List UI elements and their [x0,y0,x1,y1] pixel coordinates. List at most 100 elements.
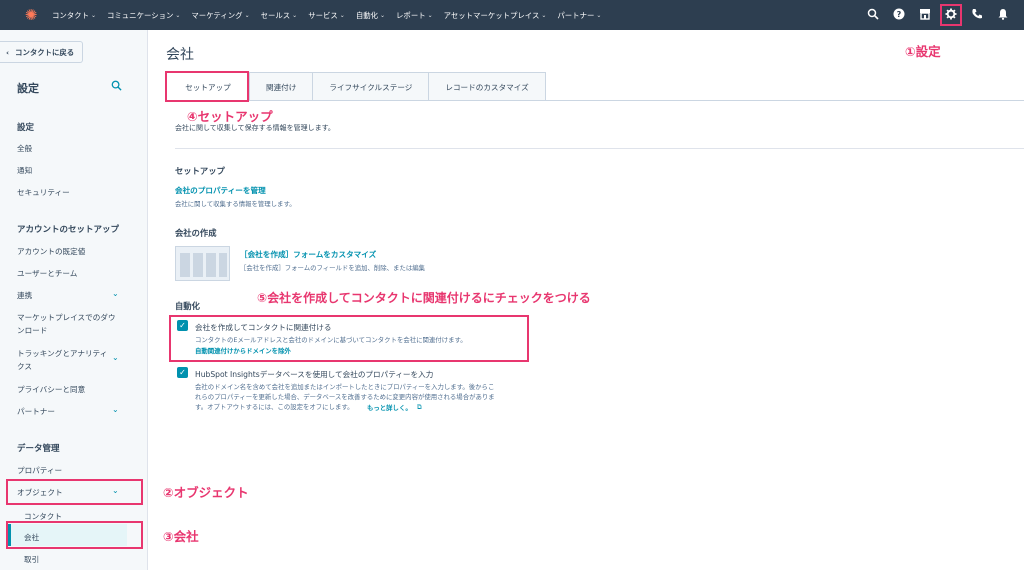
auto-associate-checkbox[interactable]: ✓ [177,320,188,331]
nav-item-contacts[interactable]: コンタクト ⌄ [52,10,96,21]
annotation-companies: ③会社 [163,529,199,544]
sidebar-subitem-deals[interactable]: 取引 [24,554,39,565]
exclude-domains-link[interactable]: 自動関連付けからドメインを除外 [195,346,291,355]
sidebar-item-tracking-analytics[interactable]: トラッキングとアナリティクス [17,347,112,373]
nav-item-conversations[interactable]: コミュニケーション ⌄ [107,10,180,21]
chevron-down-icon[interactable]: ⌄ [112,405,119,414]
chevron-down-icon: ⌄ [380,11,386,19]
insights-label: HubSpot Insightsデータベースを使用して会社のプロパティーを入力 [195,370,434,379]
sidebar-item-general[interactable]: 全般 [17,142,127,155]
nav-item-service[interactable]: サービス ⌄ [308,10,345,21]
chevron-down-icon: ⌄ [541,11,547,19]
sidebar-item-properties[interactable]: プロパティー [17,464,127,477]
top-nav-menu: コンタクト ⌄ コミュニケーション ⌄ マーケティング ⌄ セールス ⌄ サービス ⌄ 自… [52,10,612,21]
nav-item-automation[interactable]: 自動化 ⌄ [356,10,385,21]
thumb-column [206,253,216,277]
chevron-down-icon: ⌄ [292,11,298,19]
sidebar-section-data-management: データ管理 [17,444,60,454]
nav-item-reports[interactable]: レポート ⌄ [396,10,433,21]
chevron-down-icon: ⌄ [244,11,250,19]
auto-associate-description: コンタクトのEメールアドレスと会社のドメインに基づいてコンタクトを会社に関連付け… [195,336,467,344]
nav-item-marketing[interactable]: マーケティング ⌄ [191,10,249,21]
companies-highlight-box [6,521,143,549]
annotation-setup: ④セットアップ [187,109,273,124]
sidebar-item-integrations[interactable]: 連携 [17,289,127,302]
chevron-left-icon: ‹ [6,47,10,57]
insights-description-line3: す。オプトアウトするには、この設定をオフにします。 [195,403,354,411]
thumb-column [219,253,227,277]
sidebar-item-users-teams[interactable]: ユーザーとチーム [17,267,127,280]
hubspot-logo-icon[interactable]: ✺ [22,6,40,24]
help-icon[interactable]: ? [892,8,906,22]
nav-label: コミュニケーション [107,10,174,20]
sidebar-title: 設定 [17,82,39,95]
form-preview-thumbnail [175,246,230,281]
annotation-auto-associate: ⑤会社を作成してコンタクトに関連付けるにチェックをつける [257,291,591,305]
sidebar-item-notifications[interactable]: 通知 [17,164,127,177]
section-divider [175,148,1024,149]
insights-checkbox[interactable]: ✓ [177,367,188,378]
nav-item-asset-marketplace[interactable]: アセットマーケットプレイス ⌄ [444,10,547,21]
create-description: ［会社を作成］フォームのフィールドを追加、削除、または編集 [240,264,426,272]
setup-heading: セットアップ [175,166,225,176]
nav-label: コンタクト [52,10,89,20]
nav-label: セールス [260,10,291,20]
calling-icon[interactable] [970,8,984,22]
sidebar-item-partner[interactable]: パートナー [17,405,127,418]
chevron-down-icon: ⌄ [596,11,602,19]
learn-more-link[interactable]: もっと詳しく。 [367,403,412,412]
nav-label: サービス [308,10,338,20]
settings-gear-icon[interactable] [944,8,958,22]
sidebar-section-settings: 設定 [17,123,35,133]
sidebar-search-icon[interactable] [111,80,122,94]
nav-label: マーケティング [191,10,243,20]
nav-item-partner[interactable]: パートナー ⌄ [557,10,601,21]
tabs-divider [166,100,1024,101]
nav-label: レポート [396,10,426,20]
thumb-column [193,253,203,277]
nav-label: 自動化 [355,10,378,20]
chevron-down-icon: ⌄ [427,11,433,19]
screen: ✺ コンタクト ⌄ コミュニケーション ⌄ マーケティング ⌄ セールス ⌄ サービス ⌄… [0,0,1024,570]
nav-label: パートナー [557,10,595,20]
manage-company-properties-link[interactable]: 会社のプロパティーを管理 [175,185,266,196]
sidebar-item-security[interactable]: セキュリティー [17,186,127,199]
top-navigation-bar: ✺ コンタクト ⌄ コミュニケーション ⌄ マーケティング ⌄ セールス ⌄ サービス ⌄… [0,0,1024,30]
chevron-down-icon[interactable]: ⌄ [112,289,119,298]
auto-associate-label: 会社を作成してコンタクトに関連付ける [195,323,332,332]
back-to-contacts-button[interactable]: ‹ コンタクトに戻る [0,41,84,63]
automation-heading: 自動化 [175,301,200,311]
setup-description: 会社に関して収集する情報を管理します。 [175,200,296,208]
insights-description-line2: れらのプロパティーを更新した場合、データベースを改善するために変更内容が使用され… [195,393,495,401]
tab-associations[interactable]: 関連付け [250,73,314,101]
sidebar-section-account-setup: アカウントのセットアップ [17,225,120,235]
sidebar-item-privacy-consent[interactable]: プライバシーと同意 [17,383,127,396]
chevron-down-icon[interactable]: ⌄ [112,353,119,362]
top-nav-icons: ? [866,0,1010,30]
annotation-objects: ②オブジェクト [163,485,249,500]
customize-create-form-link[interactable]: ［会社を作成］フォームをカスタマイズ [240,249,376,260]
svg-text:?: ? [897,10,902,19]
back-button-label: コンタクトに戻る [15,47,75,57]
objects-highlight-box [6,479,143,505]
sidebar-item-account-defaults[interactable]: アカウントの既定値 [17,245,127,258]
external-link-icon[interactable]: ⧉ [417,403,422,412]
annotation-settings: ①設定 [905,44,941,59]
setup-tab-highlight-box [165,71,249,102]
insights-description-line1: 会社のドメイン名を含めて会社を追加またはインポートしたときにプロパティーを入力し… [195,383,495,391]
tab-lifecycle-stage[interactable]: ライフサイクルステージ [313,73,430,101]
thumb-column [180,253,190,277]
notifications-bell-icon[interactable] [996,8,1010,22]
nav-item-sales[interactable]: セールス ⌄ [261,10,298,21]
chevron-down-icon: ⌄ [339,11,345,19]
search-icon[interactable] [866,8,880,22]
sidebar-item-marketplace-downloads[interactable]: マーケットプレイスでのダウンロード [17,311,117,337]
chevron-down-icon: ⌄ [175,11,181,19]
page-title: 会社 [166,47,194,63]
settings-highlight-box [940,4,962,26]
marketplace-icon[interactable] [918,8,932,22]
nav-label: アセットマーケットプレイス [443,10,540,20]
chevron-down-icon: ⌄ [90,11,96,19]
tab-record-customization[interactable]: レコードのカスタマイズ [429,73,545,101]
create-heading: 会社の作成 [175,228,217,238]
